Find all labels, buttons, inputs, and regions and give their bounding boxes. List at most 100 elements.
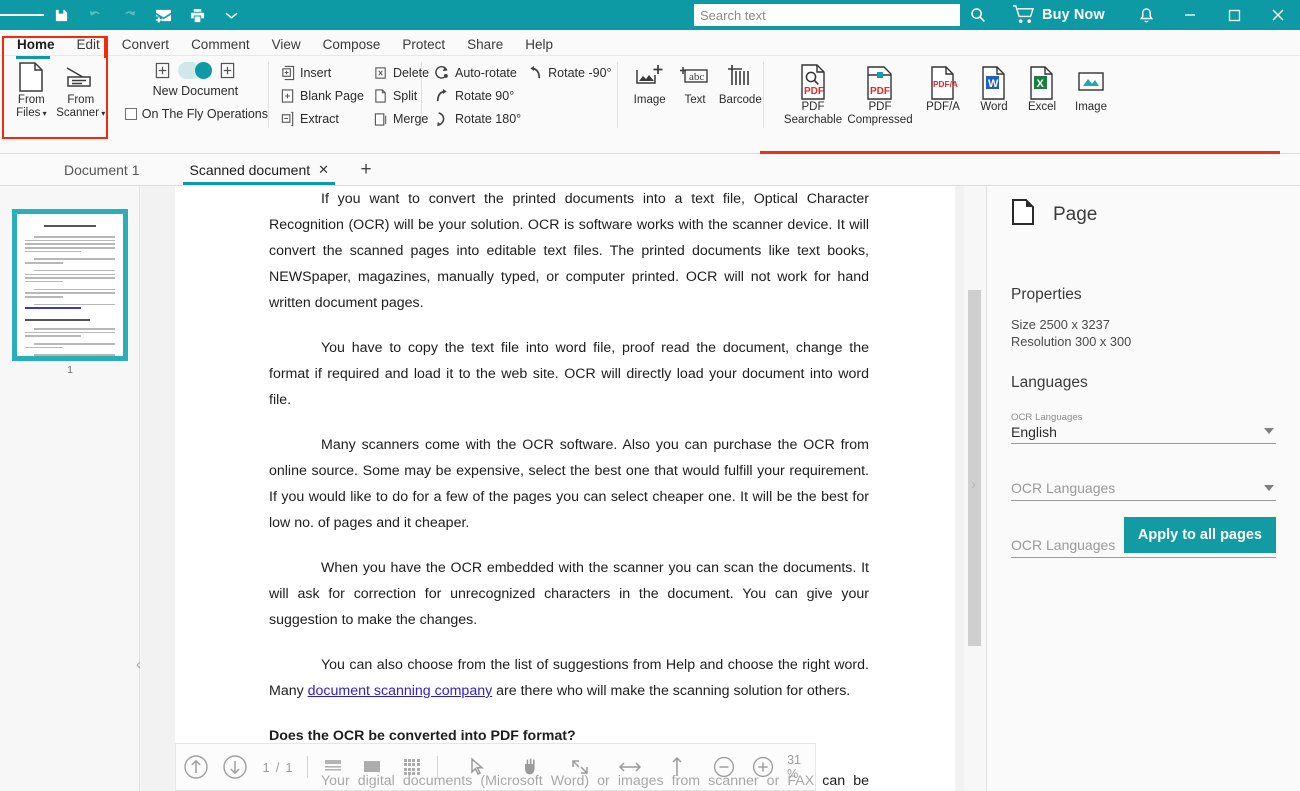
auto-rotate-icon	[434, 65, 450, 81]
search-input[interactable]	[694, 4, 960, 26]
new-tab-button[interactable]: +	[343, 154, 389, 185]
rotate-90-label: Rotate 90°	[455, 89, 514, 103]
scrollbar-thumb[interactable]	[968, 290, 981, 646]
window-controls	[1124, 0, 1300, 30]
svg-text:PDF: PDF	[870, 86, 890, 97]
pdf-searchable-button[interactable]: PDF PDF Searchable	[782, 56, 844, 126]
pdf-searchable-label-1: PDF	[802, 101, 825, 113]
auto-rotate-label: Auto-rotate	[455, 66, 517, 80]
collapse-right-panel-button[interactable]: ›	[971, 476, 976, 493]
document-viewer[interactable]: If you want to convert the printed docum…	[141, 186, 985, 791]
rotate-180-button[interactable]: Rotate 180°	[432, 107, 521, 130]
buy-now-label: Buy Now	[1042, 7, 1105, 23]
rotate-minus-90-button[interactable]: Rotate -90°	[525, 61, 611, 84]
insert-button[interactable]: Insert	[279, 61, 364, 84]
zoom-level-label[interactable]: 31 %	[783, 753, 815, 781]
new-document-toggle-row[interactable]	[123, 62, 268, 79]
paragraph: You have to copy the text file into word…	[269, 335, 869, 413]
chevron-down-icon[interactable]	[1264, 485, 1274, 491]
pdf-searchable-label-2: Searchable	[784, 114, 842, 126]
single-page-view-icon[interactable]	[314, 747, 353, 787]
print-icon[interactable]	[180, 0, 214, 30]
add-text-button[interactable]: abc Text	[672, 56, 717, 107]
marquee-zoom-icon[interactable]	[561, 747, 600, 787]
collapse-left-panel-button[interactable]: ‹	[136, 656, 141, 673]
bell-icon[interactable]	[1124, 0, 1168, 30]
current-page-number[interactable]: 1	[263, 760, 270, 775]
search-icon[interactable]	[966, 4, 990, 26]
page-insert-right-icon	[220, 62, 235, 79]
from-scanner-button[interactable]: From Scanner ▾	[55, 56, 107, 120]
page-insert-left-icon	[155, 62, 170, 79]
thumbnail-preview	[17, 214, 123, 356]
caret-icon[interactable]: ▾	[99, 109, 105, 118]
from-files-button[interactable]: From Files ▾	[8, 56, 55, 120]
word-button[interactable]: W Word	[970, 56, 1018, 114]
ribbon-tab-view[interactable]: View	[261, 38, 312, 56]
buy-now-button[interactable]: Buy Now	[1012, 0, 1105, 30]
document-scanning-company-link[interactable]: document scanning company	[308, 683, 493, 699]
email-icon[interactable]	[146, 0, 180, 30]
caret-icon[interactable]: ▾	[40, 109, 46, 118]
fit-width-icon[interactable]	[610, 747, 649, 787]
new-document-toggle[interactable]	[178, 62, 212, 79]
ribbon-tab-help[interactable]: Help	[514, 38, 564, 56]
ribbon-tab-edit[interactable]: Edit	[66, 38, 111, 56]
close-button[interactable]	[1256, 0, 1300, 30]
add-text-label: Text	[684, 94, 705, 107]
pdf-compressed-label-2: Compressed	[847, 114, 912, 126]
apply-to-all-pages-button[interactable]: Apply to all pages	[1124, 517, 1276, 553]
select-cursor-icon[interactable]	[458, 747, 497, 787]
from-scanner-label-1: From	[67, 94, 94, 106]
rotate-90-button[interactable]: Rotate 90°	[432, 84, 521, 107]
image-file-button[interactable]: Image	[1066, 56, 1116, 114]
ribbon-tab-share[interactable]: Share	[456, 38, 514, 56]
checkbox-icon[interactable]	[125, 108, 137, 120]
blank-page-button[interactable]: Blank Page	[279, 84, 364, 107]
maximize-button[interactable]	[1212, 0, 1256, 30]
page-thumbnail-1[interactable]	[12, 209, 128, 361]
search-box[interactable]	[694, 4, 960, 26]
extract-button[interactable]: Extract	[279, 107, 364, 130]
add-image-button[interactable]: Image	[627, 56, 672, 107]
auto-rotate-button[interactable]: Auto-rotate	[432, 61, 521, 84]
panel-title: Page	[1053, 204, 1097, 226]
minimize-button[interactable]	[1168, 0, 1212, 30]
ribbon-tab-protect[interactable]: Protect	[391, 38, 456, 56]
continuous-view-icon[interactable]	[353, 747, 392, 787]
document-tab-1[interactable]: Document 1	[50, 154, 153, 185]
redo-icon[interactable]	[112, 0, 146, 30]
ribbon-toolbar: From Files ▾ From Scanner ▾	[0, 56, 1300, 152]
add-barcode-button[interactable]: Barcode	[718, 56, 763, 107]
excel-button[interactable]: X Excel	[1018, 56, 1066, 114]
delete-button[interactable]: Delete	[372, 61, 429, 84]
zoom-out-icon[interactable]	[705, 747, 744, 787]
undo-icon[interactable]	[78, 0, 112, 30]
pdfa-icon: PDF/A	[928, 61, 958, 101]
fit-page-icon[interactable]	[657, 747, 696, 787]
ribbon-tab-home[interactable]: Home	[6, 38, 66, 56]
from-files-label-1: From	[18, 94, 45, 106]
save-icon[interactable]	[44, 0, 78, 30]
chevron-down-icon[interactable]	[1264, 428, 1274, 434]
hamburger-menu-icon[interactable]	[0, 0, 44, 30]
pan-hand-icon[interactable]	[512, 747, 551, 787]
chevron-down-icon[interactable]	[214, 0, 248, 30]
ribbon-tab-comment[interactable]: Comment	[180, 38, 261, 56]
ribbon-tab-compose[interactable]: Compose	[312, 38, 392, 56]
page-indicator: 1 / 1	[255, 760, 301, 775]
on-the-fly-operations-checkbox-row[interactable]: On The Fly Operations	[123, 102, 268, 125]
pdf-compressed-button[interactable]: PDF PDF Compressed	[844, 56, 916, 126]
ocr-language-field-1[interactable]: OCR Languages English	[1011, 413, 1276, 444]
zoom-in-icon[interactable]	[744, 747, 783, 787]
merge-button[interactable]: Merge	[372, 107, 429, 130]
split-button[interactable]: Split	[372, 84, 429, 107]
arrow-up-circle-icon[interactable]	[176, 747, 215, 787]
ocr-language-field-2[interactable]: OCR Languages	[1011, 470, 1276, 501]
close-tab-icon[interactable]: ✕	[318, 162, 329, 178]
pdfa-button[interactable]: PDF/A PDF/A	[916, 56, 970, 114]
ribbon-tab-convert[interactable]: Convert	[111, 38, 180, 56]
document-tab-scanned[interactable]: Scanned document ✕	[175, 154, 343, 185]
grid-view-icon[interactable]	[392, 747, 431, 787]
arrow-down-circle-icon[interactable]	[215, 747, 254, 787]
